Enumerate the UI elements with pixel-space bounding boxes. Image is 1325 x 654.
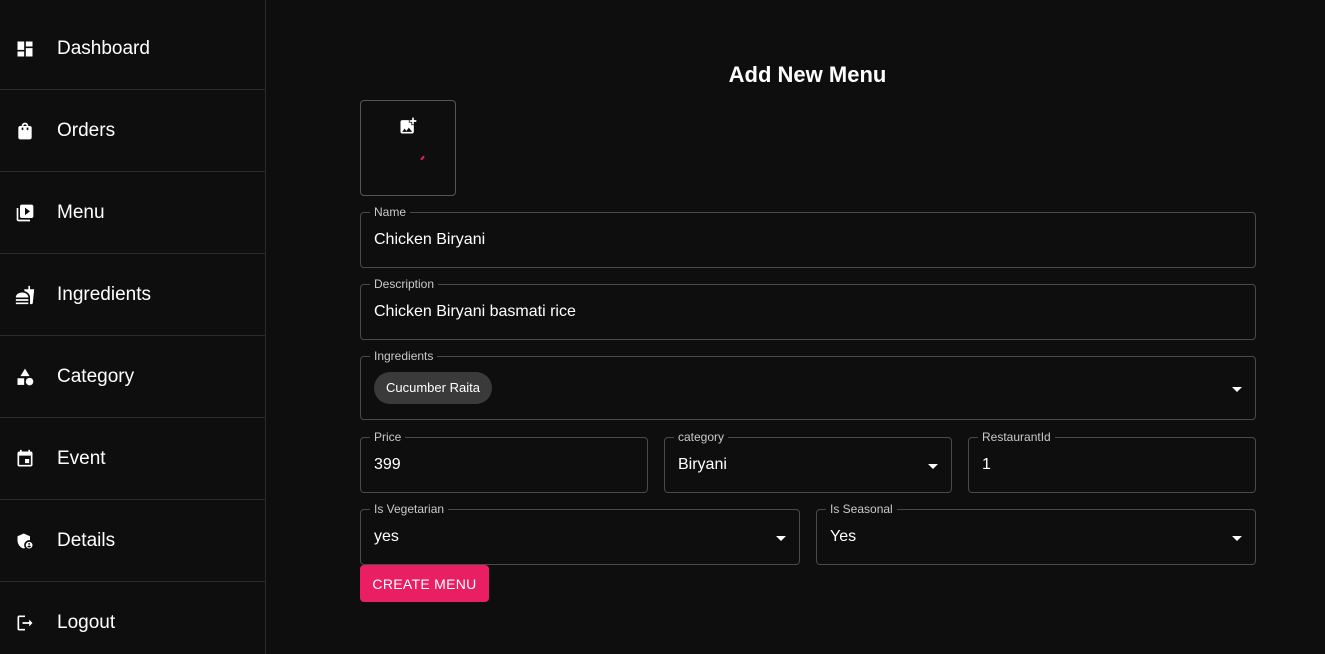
category-label: category xyxy=(674,430,729,444)
ingredients-label: Ingredients xyxy=(370,349,438,363)
loading-spinner xyxy=(420,155,425,161)
chevron-down-icon xyxy=(1232,536,1242,541)
sidebar: Dashboard Orders Menu Ingredients Catego… xyxy=(0,0,266,654)
restaurant-id-label: RestaurantId xyxy=(978,430,1055,444)
shopping-bag-icon xyxy=(15,121,35,141)
dashboard-icon xyxy=(15,39,35,59)
chevron-down-icon xyxy=(928,464,938,469)
sidebar-item-label: Orders xyxy=(57,119,116,141)
description-label: Description xyxy=(370,277,439,291)
is-vegetarian-label: Is Vegetarian xyxy=(370,502,449,516)
sidebar-item-menu[interactable]: Menu xyxy=(0,172,265,254)
is-seasonal-label: Is Seasonal xyxy=(826,502,897,516)
sidebar-item-label: Logout xyxy=(57,612,116,633)
sidebar-item-event[interactable]: Event xyxy=(0,418,265,500)
name-value: Chicken Biryani xyxy=(374,231,486,248)
image-upload-button[interactable] xyxy=(360,100,456,196)
name-label: Name xyxy=(370,205,411,219)
is-vegetarian-select[interactable]: Is Vegetarian yes xyxy=(360,502,800,565)
create-menu-button[interactable]: CREATE MENU xyxy=(360,565,489,602)
menu-book-icon xyxy=(15,203,35,223)
sidebar-item-logout[interactable]: Logout xyxy=(0,582,265,654)
chevron-down-icon xyxy=(776,536,786,541)
sidebar-item-label: Event xyxy=(57,447,106,469)
main-content: Add New Menu Name Chicken Biryani Descri… xyxy=(266,0,1325,654)
sidebar-item-dashboard[interactable]: Dashboard xyxy=(0,0,265,90)
logout-icon xyxy=(15,613,35,633)
description-value: Chicken Biryani basmati rice xyxy=(374,303,576,320)
chevron-down-icon xyxy=(1232,387,1242,392)
price-value: 399 xyxy=(374,456,401,473)
sidebar-item-category[interactable]: Category xyxy=(0,336,265,418)
sidebar-item-label: Dashboard xyxy=(57,37,150,59)
ingredient-chip[interactable]: Cucumber Raita xyxy=(374,372,492,404)
ingredients-select[interactable]: Ingredients Cucumber Raita xyxy=(360,349,1256,420)
sidebar-item-label: Category xyxy=(57,365,135,387)
sidebar-item-label: Ingredients xyxy=(57,283,152,305)
app-root: Dashboard Orders Menu Ingredients Catego… xyxy=(0,0,1325,654)
sidebar-item-details[interactable]: Details xyxy=(0,500,265,582)
is-seasonal-select[interactable]: Is Seasonal Yes xyxy=(816,502,1256,565)
fastfood-icon xyxy=(15,285,35,305)
page-title: Add New Menu xyxy=(728,62,887,87)
price-field[interactable]: Price 399 xyxy=(360,430,648,493)
price-label: Price xyxy=(370,430,406,444)
restaurant-id-value: 1 xyxy=(982,456,991,473)
category-select[interactable]: category Biryani xyxy=(664,430,952,493)
sidebar-item-ingredients[interactable]: Ingredients xyxy=(0,254,265,336)
is-seasonal-value: Yes xyxy=(830,528,857,545)
name-field[interactable]: Name Chicken Biryani xyxy=(360,205,1256,268)
sidebar-item-label: Details xyxy=(57,529,116,551)
category-icon xyxy=(15,367,35,387)
event-icon xyxy=(15,449,35,469)
is-vegetarian-value: yes xyxy=(374,528,399,545)
admin-panel-icon xyxy=(15,531,35,551)
sidebar-item-label: Menu xyxy=(57,201,105,223)
sidebar-item-orders[interactable]: Orders xyxy=(0,90,265,172)
description-field[interactable]: Description Chicken Biryani basmati rice xyxy=(360,277,1256,340)
restaurant-id-field[interactable]: RestaurantId 1 xyxy=(968,430,1256,493)
category-value: Biryani xyxy=(678,456,727,473)
add-photo-icon xyxy=(398,116,418,136)
